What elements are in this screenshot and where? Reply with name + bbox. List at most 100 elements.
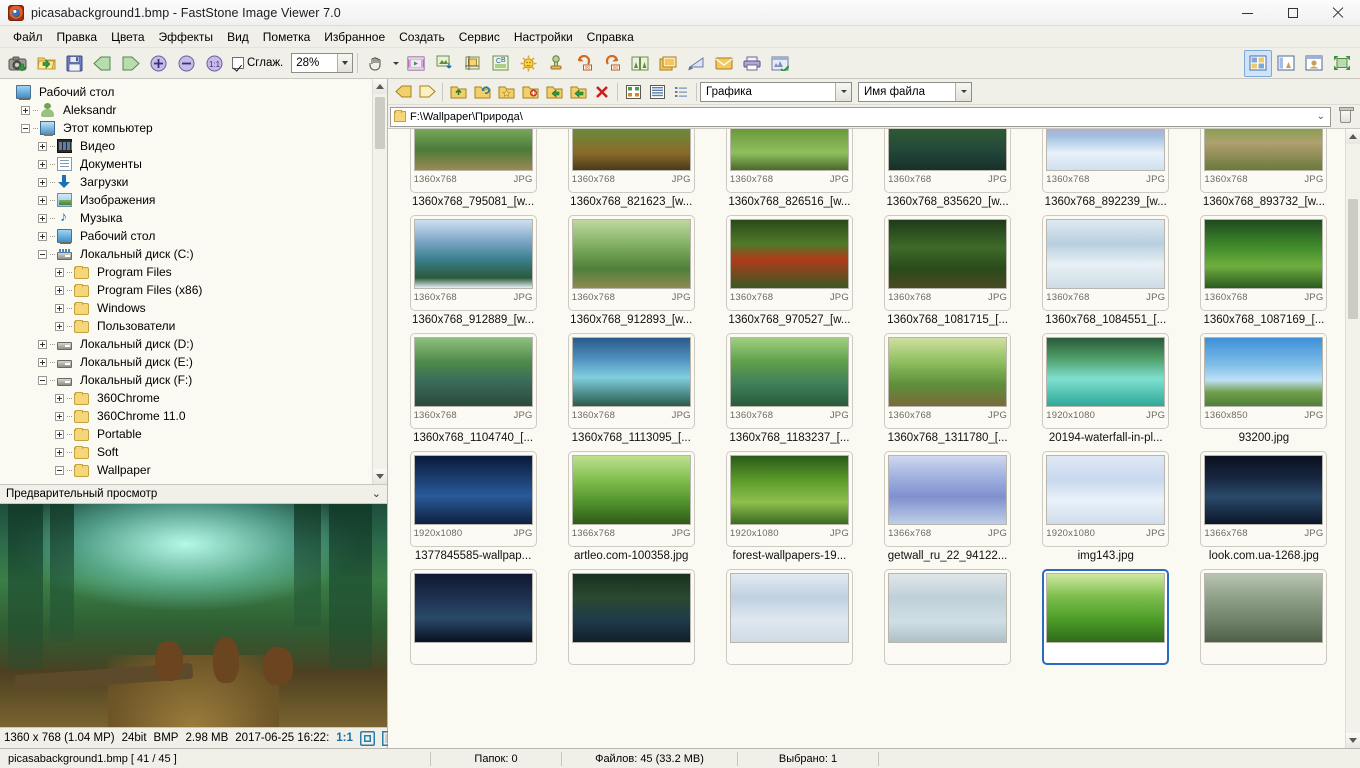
thumbnail-item[interactable]: 1920x1080 JPG forest-wallpapers-19... — [710, 447, 868, 565]
tree-node[interactable]: 360Chrome 11.0 — [4, 407, 387, 425]
tree-node[interactable]: Program Files — [4, 263, 387, 281]
thumbnail-box[interactable]: 1360x768 JPG — [1042, 215, 1170, 311]
tree-node[interactable]: Видео — [4, 137, 387, 155]
tree-node[interactable]: Этот компьютер — [4, 119, 387, 137]
next-icon[interactable] — [116, 50, 144, 77]
view-details-icon[interactable] — [669, 81, 693, 103]
view-grid-icon[interactable] — [621, 81, 645, 103]
collapse-icon[interactable] — [38, 375, 47, 385]
thumbnail-item[interactable] — [552, 565, 710, 671]
email-icon[interactable] — [710, 50, 738, 77]
thumbnail-item[interactable] — [869, 565, 1027, 671]
thumbnail-box[interactable]: 1360x768 JPG — [884, 215, 1012, 311]
view-filmstrip-icon[interactable] — [1272, 50, 1300, 77]
thumbnail-item[interactable]: 1366x768 JPG artleo.com-100358.jpg — [552, 447, 710, 565]
preview-panel-header[interactable]: Предварительный просмотр ⌄ — [0, 485, 387, 504]
tree-node[interactable]: Рабочий стол — [4, 227, 387, 245]
folder-up-icon[interactable] — [446, 81, 470, 103]
expand-icon[interactable] — [38, 195, 47, 205]
fullscreen-icon[interactable] — [1328, 50, 1356, 77]
thumbnail-box[interactable]: 1360x768 JPG — [567, 333, 695, 429]
scroll-up-arrow-icon[interactable] — [373, 79, 387, 94]
frame-icon[interactable] — [654, 50, 682, 77]
thumbnail-box[interactable]: 1360x768 JPG — [409, 129, 537, 193]
expand-icon[interactable] — [38, 141, 47, 151]
chevron-down-icon[interactable] — [835, 82, 851, 101]
rotate-right-icon[interactable]: 90 — [598, 50, 626, 77]
thumbnail-item[interactable]: 1360x768 JPG 1360x768_1183237_[... — [710, 329, 868, 447]
open-folder-icon[interactable] — [32, 50, 60, 77]
thumbnail-item[interactable]: 1366x768 JPG getwall_ru_22_94122... — [869, 447, 1027, 565]
thumbnail-box[interactable]: 1360x768 JPG — [567, 129, 695, 193]
thumbnail-box[interactable] — [725, 569, 853, 665]
tree-node[interactable]: Wallpaper — [4, 461, 387, 479]
thumbnail-item[interactable]: 1360x768 JPG 1360x768_892239_[w... — [1027, 129, 1185, 211]
thumbnail-box[interactable]: 1360x768 JPG — [567, 215, 695, 311]
folder-copy-to-icon[interactable] — [542, 81, 566, 103]
thumbnail-box[interactable]: 1360x850 JPG — [1200, 333, 1328, 429]
thumbnail-item[interactable]: 1360x768 JPG 1360x768_795081_[w... — [394, 129, 552, 211]
expand-icon[interactable] — [38, 357, 47, 367]
expand-icon[interactable] — [38, 159, 47, 169]
expand-icon[interactable] — [55, 267, 64, 277]
expand-icon[interactable] — [38, 213, 47, 223]
thumbnail-item[interactable]: 1360x768 JPG 1360x768_1081715_[... — [869, 211, 1027, 329]
tree-node[interactable]: Portable — [4, 425, 387, 443]
menu-create[interactable]: Создать — [392, 27, 452, 47]
delete-button[interactable] — [1334, 106, 1356, 128]
thumbnail-item[interactable]: 1360x768 JPG 1360x768_1084551_[... — [1027, 211, 1185, 329]
view-preview-icon[interactable] — [1300, 50, 1328, 77]
clone-stamp-icon[interactable] — [542, 50, 570, 77]
expand-icon[interactable] — [38, 231, 47, 241]
thumbnail-box[interactable]: 1366x768 JPG — [567, 451, 695, 547]
thumbnail-item[interactable]: 1920x1080 JPG 1377845585-wallpap... — [394, 447, 552, 565]
thumbnail-item[interactable]: 1360x768 JPG 1360x768_826516_[w... — [710, 129, 868, 211]
folder-move-to-icon[interactable] — [566, 81, 590, 103]
menu-file[interactable]: Файл — [6, 27, 50, 47]
view-list-icon[interactable] — [645, 81, 669, 103]
tree-node[interactable]: Документы — [4, 155, 387, 173]
thumbnail-item[interactable]: 1360x768 JPG 1360x768_1104740_[... — [394, 329, 552, 447]
thumbnail-box[interactable] — [409, 569, 537, 665]
scroll-down-arrow-icon[interactable] — [373, 469, 387, 484]
actual-size-icon[interactable]: 1:1 — [200, 50, 228, 77]
thumbnail-item[interactable]: 1920x1080 JPG img143.jpg — [1027, 447, 1185, 565]
folder-refresh-icon[interactable] — [470, 81, 494, 103]
resize-icon[interactable] — [430, 50, 458, 77]
pan-hand-icon[interactable] — [362, 50, 390, 77]
preview-image[interactable] — [0, 504, 387, 727]
thumbnail-item[interactable]: 1360x768 JPG 1360x768_1311780_[... — [869, 329, 1027, 447]
crop-icon[interactable] — [458, 50, 486, 77]
menu-tools[interactable]: Сервис — [452, 27, 507, 47]
thumbnail-box[interactable]: 1920x1080 JPG — [409, 451, 537, 547]
thumbnail-box[interactable]: 1920x1080 JPG — [1042, 333, 1170, 429]
draw-icon[interactable] — [682, 50, 710, 77]
thumbnail-box[interactable]: 1360x768 JPG — [1200, 129, 1328, 193]
expand-icon[interactable] — [21, 105, 30, 115]
close-button[interactable] — [1315, 0, 1360, 26]
menu-edit[interactable]: Правка — [50, 27, 105, 47]
thumbnail-item[interactable]: 1360x850 JPG 93200.jpg — [1185, 329, 1343, 447]
rotate-left-icon[interactable]: 90 — [570, 50, 598, 77]
smoothing-checkbox[interactable]: Сглаж. — [232, 57, 283, 69]
expand-icon[interactable] — [55, 429, 64, 439]
thumbnail-box[interactable]: 1360x768 JPG — [1200, 215, 1328, 311]
collapse-icon[interactable] — [55, 465, 64, 475]
menu-favorites[interactable]: Избранное — [317, 27, 392, 47]
previous-icon[interactable] — [88, 50, 116, 77]
tree-node[interactable]: Загрузки — [4, 173, 387, 191]
folder-favorite-icon[interactable] — [494, 81, 518, 103]
scrollbar-thumb[interactable] — [1348, 199, 1358, 319]
edit-external-icon[interactable] — [766, 50, 794, 77]
minimize-button[interactable] — [1225, 0, 1270, 26]
tree-node[interactable]: 360Chrome — [4, 389, 387, 407]
zoom-in-icon[interactable] — [144, 50, 172, 77]
thumbnail-box[interactable] — [884, 569, 1012, 665]
thumbnail-box[interactable]: 1366x768 JPG — [884, 451, 1012, 547]
tree-node[interactable]: Program Files (x86) — [4, 281, 387, 299]
slideshow-icon[interactable] — [402, 50, 430, 77]
tree-node[interactable]: Музыка — [4, 208, 387, 227]
zoom-out-icon[interactable] — [172, 50, 200, 77]
thumbnail-box[interactable] — [1200, 569, 1328, 665]
scroll-up-arrow-icon[interactable] — [1346, 129, 1360, 144]
